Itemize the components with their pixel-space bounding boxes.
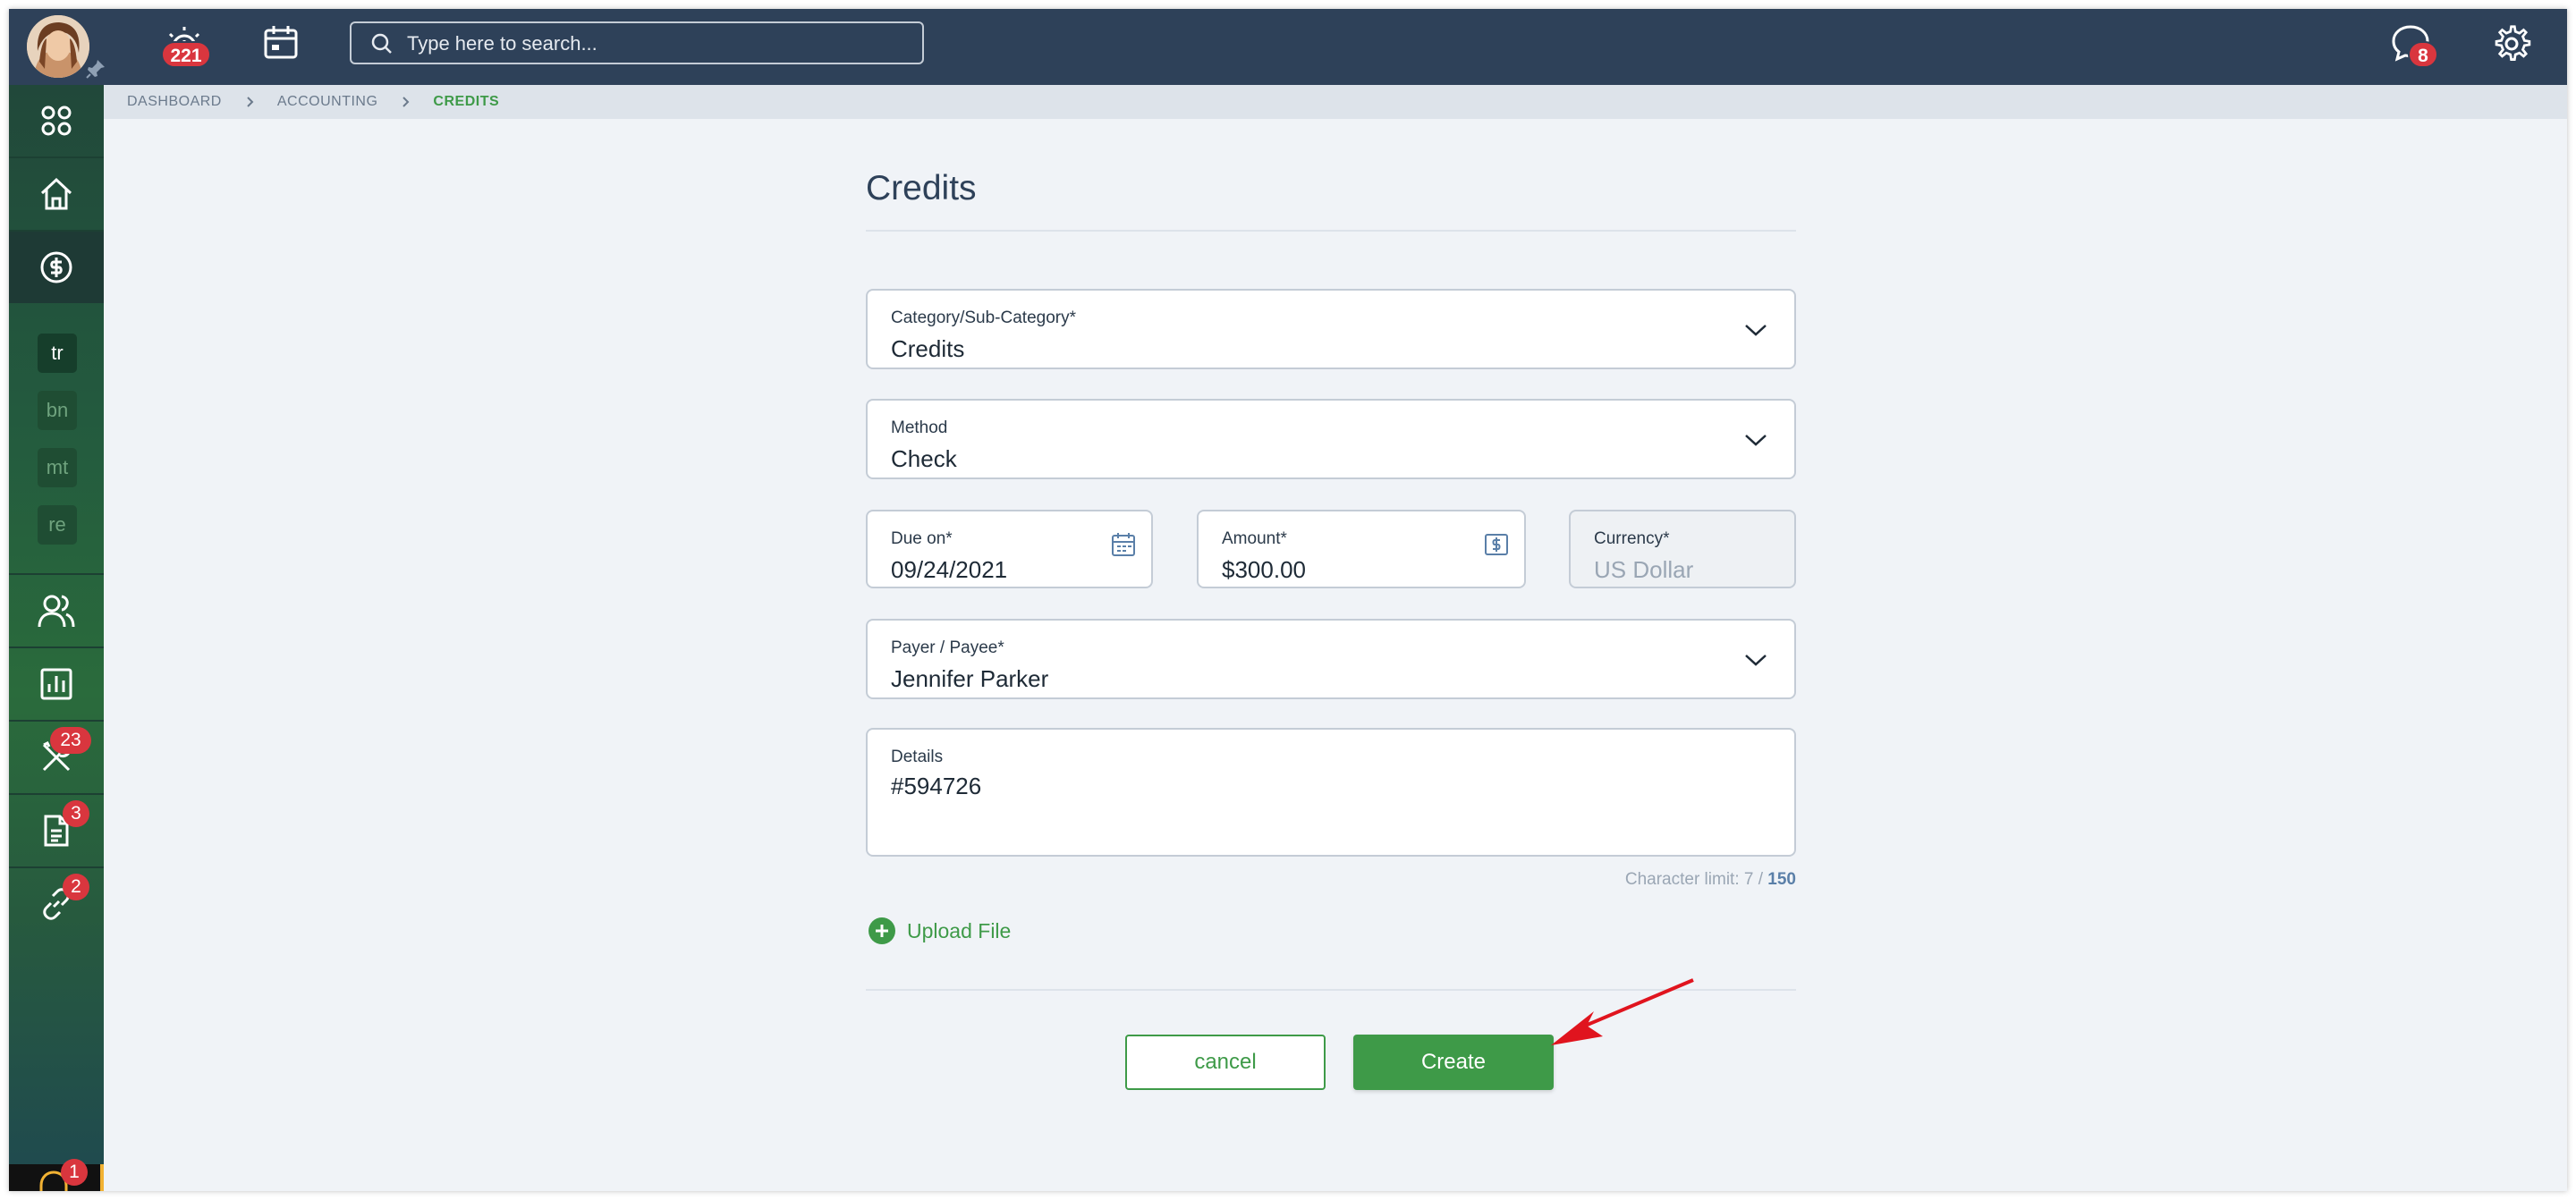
documents-badge: 3: [63, 800, 89, 827]
apps-grid-icon: [41, 106, 72, 136]
chevron-down-icon[interactable]: [1744, 653, 1767, 667]
method-select[interactable]: Method Check: [866, 399, 1796, 479]
sidebar-mini-mt[interactable]: mt: [38, 448, 77, 487]
character-limit: Character limit: 7 / 150: [1624, 870, 1796, 889]
upload-file-label: Upload File: [907, 918, 1012, 942]
money-icon: [1485, 534, 1508, 555]
category-label: Category/Sub-Category*: [891, 308, 1076, 327]
pin-icon[interactable]: [84, 57, 107, 80]
sidebar-item-apps[interactable]: [9, 85, 104, 156]
sidebar: tr bn mt re 23 3 2 1: [9, 85, 104, 1191]
search-input[interactable]: [407, 29, 908, 59]
category-value: Credits: [891, 335, 965, 362]
due-date-label: Due on*: [891, 529, 953, 548]
sidebar-item-home[interactable]: [9, 158, 104, 230]
plus-circle-icon: [869, 917, 895, 944]
due-date-value: 09/24/2021: [891, 556, 1008, 583]
sidebar-item-accounting[interactable]: [9, 232, 104, 303]
calendar-icon[interactable]: [1110, 531, 1137, 558]
notifications-badge: 221: [161, 41, 211, 68]
details-label: Details: [891, 748, 944, 766]
payee-value: Jennifer Parker: [891, 665, 1049, 692]
breadcrumb-accounting[interactable]: ACCOUNTING: [277, 94, 378, 110]
chevron-right-icon: [247, 97, 254, 107]
upload-file-button[interactable]: Upload File: [868, 917, 1011, 945]
breadcrumb-dashboard[interactable]: DASHBOARD: [127, 94, 222, 110]
amount-value: $300.00: [1222, 556, 1306, 583]
method-value: Check: [891, 445, 957, 472]
home-icon: [40, 177, 72, 210]
method-label: Method: [891, 418, 948, 437]
create-button[interactable]: Create: [1353, 1035, 1554, 1090]
links-badge: 2: [63, 874, 89, 900]
page-title: Credits: [866, 169, 977, 207]
currency-value: US Dollar: [1594, 556, 1694, 583]
payee-label: Payer / Payee*: [891, 638, 1004, 657]
search-icon: [371, 33, 392, 54]
title-divider: [866, 230, 1796, 232]
due-date-field[interactable]: Due on* 09/24/2021: [866, 510, 1153, 588]
calendar-icon[interactable]: [261, 23, 301, 63]
app-window: 221 8: [9, 9, 2567, 1191]
sidebar-mini-tr[interactable]: tr: [38, 334, 77, 373]
sidebar-item-contacts[interactable]: [9, 575, 104, 646]
breadcrumb-current: CREDITS: [433, 94, 500, 109]
currency-label: Currency*: [1594, 529, 1670, 548]
sidebar-mini-bn[interactable]: bn: [38, 391, 77, 430]
category-select[interactable]: Category/Sub-Category* Credits: [866, 289, 1796, 369]
dollar-icon: [40, 251, 72, 283]
details-textarea[interactable]: Details #594726: [866, 728, 1796, 857]
messages-badge: 8: [2408, 41, 2438, 68]
details-value: #594726: [891, 773, 982, 799]
amount-label: Amount*: [1222, 529, 1287, 548]
chevron-down-icon[interactable]: [1744, 323, 1767, 337]
annotation-arrow: [1551, 978, 1694, 1045]
chevron-down-icon[interactable]: [1744, 433, 1767, 447]
chart-icon: [40, 668, 72, 700]
top-bar: 221 8: [9, 9, 2567, 85]
payee-select[interactable]: Payer / Payee* Jennifer Parker: [866, 619, 1796, 699]
breadcrumb: DASHBOARD ACCOUNTING CREDITS: [104, 85, 2567, 119]
user-avatar[interactable]: [27, 15, 89, 78]
chevron-right-icon: [402, 97, 410, 107]
character-limit-max: 150: [1767, 870, 1796, 889]
sidebar-item-support[interactable]: 1: [9, 1159, 104, 1191]
sidebar-item-links[interactable]: [9, 868, 104, 940]
gear-icon[interactable]: [2492, 24, 2531, 63]
sidebar-item-documents[interactable]: [9, 795, 104, 866]
amount-field[interactable]: Amount* $300.00: [1197, 510, 1526, 588]
support-badge: 1: [61, 1159, 88, 1186]
sidebar-item-reports[interactable]: [9, 648, 104, 720]
cancel-button[interactable]: cancel: [1125, 1035, 1326, 1090]
sidebar-mini-re[interactable]: re: [38, 505, 77, 545]
search-box[interactable]: [350, 21, 924, 64]
tools-badge: 23: [50, 727, 91, 754]
users-icon: [38, 595, 75, 628]
currency-field: Currency* US Dollar: [1569, 510, 1796, 588]
